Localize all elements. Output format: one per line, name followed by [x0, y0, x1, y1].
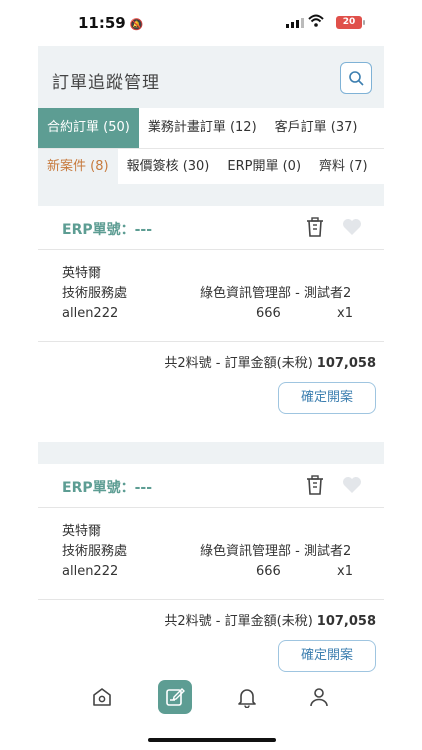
- item-number: 666: [256, 306, 281, 321]
- order-card-header: ERP單號：---: [38, 206, 384, 250]
- secondary-tabs: 新案件 (8) 報價簽核 (30) ERP開單 (0) 齊料 (7): [38, 148, 384, 184]
- trash-icon[interactable]: [306, 217, 324, 237]
- summary-text: 共2料號 - 訂單金額(未稅): [164, 356, 313, 371]
- user-name: allen222: [62, 564, 119, 579]
- company-name: 英特爾: [62, 266, 102, 281]
- company-name: 英特爾: [62, 524, 102, 539]
- bell-off-icon: 🔕: [129, 18, 144, 31]
- home-indicator: [148, 738, 276, 742]
- trash-icon[interactable]: [306, 475, 324, 495]
- division-name: 技術服務處: [62, 544, 128, 559]
- order-card-footer: 共2料號 - 訂單金額(未稅) 107,058 確定開案: [38, 342, 384, 442]
- tab-materials[interactable]: 齊料 (7): [310, 149, 377, 184]
- order-card: ERP單號：--- 英特爾 技術服務處 綠色資訊管理部 - 測試者2 allen2…: [38, 464, 384, 700]
- tab-new-cases[interactable]: 新案件 (8): [38, 149, 118, 184]
- tab-erp-order[interactable]: ERP開單 (0): [218, 149, 310, 184]
- summary-text: 共2料號 - 訂單金額(未稅): [164, 614, 313, 629]
- nav-profile[interactable]: [302, 680, 336, 714]
- erp-number: ERP單號：---: [62, 480, 153, 496]
- nav-notifications[interactable]: [230, 680, 264, 714]
- department-tester: 綠色資訊管理部 - 測試者2: [200, 286, 352, 301]
- heart-icon[interactable]: [342, 218, 362, 236]
- division-name: 技術服務處: [62, 286, 128, 301]
- item-quantity: x1: [337, 564, 353, 579]
- battery-icon: 20: [336, 16, 365, 29]
- order-amount: 107,058: [316, 614, 376, 629]
- tab-quote-approval[interactable]: 報價簽核 (30): [118, 149, 219, 184]
- search-button[interactable]: [340, 62, 372, 94]
- nav-edit[interactable]: [158, 680, 192, 714]
- order-card: ERP單號：--- 英特爾 技術服務處 綠色資訊管理部 - 測試者2 allen2…: [38, 206, 384, 442]
- order-summary: 共2料號 - 訂單金額(未稅) 107,058: [164, 352, 376, 371]
- confirm-open-case-button[interactable]: 確定開案: [278, 382, 376, 414]
- heart-icon[interactable]: [342, 476, 362, 494]
- signal-icon: [286, 18, 304, 28]
- department-tester: 綠色資訊管理部 - 測試者2: [200, 544, 352, 559]
- status-time-text: 11:59: [78, 14, 126, 32]
- user-icon: [310, 688, 328, 707]
- page-header: 訂單追蹤管理: [38, 46, 384, 108]
- order-card-body: 英特爾 技術服務處 綠色資訊管理部 - 測試者2 allen222 666 x1: [38, 508, 384, 600]
- erp-number: ERP單號：---: [62, 222, 153, 238]
- bottom-nav: [38, 672, 384, 750]
- page-title: 訂單追蹤管理: [52, 73, 160, 93]
- app-screen: 11:59 🔕 20 訂單追蹤管理 合約訂單 (50) 業務計畫訂單 (12) 客…: [38, 0, 384, 750]
- tab-customer-orders[interactable]: 客戶訂單 (37): [266, 108, 367, 148]
- item-quantity: x1: [337, 306, 353, 321]
- order-summary: 共2料號 - 訂單金額(未稅) 107,058: [164, 610, 376, 629]
- order-card-body: 英特爾 技術服務處 綠色資訊管理部 - 測試者2 allen222 666 x1: [38, 250, 384, 342]
- wifi-icon: [308, 14, 324, 27]
- bell-icon: [238, 689, 256, 708]
- status-bar: 11:59 🔕 20: [38, 0, 384, 46]
- nav-home[interactable]: [85, 680, 119, 714]
- search-icon: [349, 71, 364, 86]
- order-card-header: ERP單號：---: [38, 464, 384, 508]
- item-number: 666: [256, 564, 281, 579]
- home-icon: [93, 688, 111, 706]
- user-name: allen222: [62, 306, 119, 321]
- primary-tabs: 合約訂單 (50) 業務計畫訂單 (12) 客戶訂單 (37): [38, 108, 384, 148]
- tab-business-plan-orders[interactable]: 業務計畫訂單 (12): [139, 108, 266, 148]
- edit-icon: [166, 688, 185, 706]
- order-amount: 107,058: [316, 356, 376, 371]
- tab-contract-orders[interactable]: 合約訂單 (50): [38, 108, 139, 148]
- status-time: 11:59 🔕: [78, 14, 143, 32]
- confirm-open-case-button[interactable]: 確定開案: [278, 640, 376, 672]
